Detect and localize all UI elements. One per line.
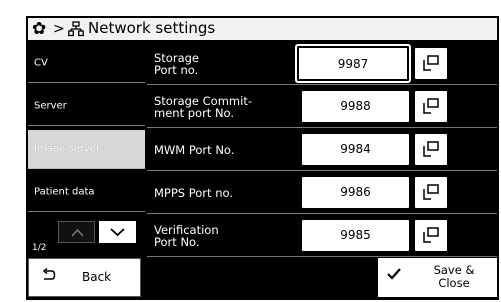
storage-commitment-port-field[interactable]: 9988	[302, 91, 409, 122]
mwm-port-field[interactable]: 9984	[302, 134, 409, 165]
copy-button[interactable]	[415, 220, 447, 251]
setting-label: MPPS Port no.	[154, 186, 233, 200]
copy-icon	[423, 227, 439, 243]
sidebar-item-label: Server	[34, 100, 67, 112]
sidebar-item-patient-data[interactable]: Patient data	[28, 173, 145, 212]
sidebar-item-server[interactable]: Server	[28, 87, 145, 126]
setting-row-storage-commitment-port: Storage Commit- ment port No. 9988	[147, 87, 497, 128]
setting-row-mpps-port: MPPS Port no. 9986	[147, 173, 497, 214]
checkmark-icon	[386, 266, 402, 287]
setting-row-storage-port: Storage Port no. 9987	[147, 44, 497, 85]
page-up-button[interactable]	[58, 221, 95, 243]
back-arrow-icon	[42, 267, 56, 286]
title-bar: ✿ > Network settings	[28, 18, 497, 40]
sidebar-item-label: Image server	[34, 143, 101, 155]
setting-row-mwm-port: MWM Port No. 9984	[147, 130, 497, 171]
network-icon	[68, 18, 84, 39]
breadcrumb-separator: >	[53, 21, 65, 37]
page-indicator: 1/2	[32, 243, 47, 253]
gear-icon: ✿	[32, 19, 47, 39]
copy-button[interactable]	[415, 48, 447, 79]
storage-port-field[interactable]: 9987	[295, 44, 411, 83]
back-label: Back	[82, 270, 112, 284]
chevron-down-icon	[110, 228, 125, 237]
setting-label: Verification Port No.	[154, 223, 219, 249]
save-label: Save & Close	[433, 263, 475, 290]
copy-button[interactable]	[415, 134, 447, 165]
chevron-up-icon	[71, 228, 84, 237]
copy-icon	[423, 55, 439, 71]
setting-label: MWM Port No.	[154, 143, 235, 157]
setting-row-verification-port: Verification Port No. 9985	[147, 216, 497, 257]
sidebar-item-label: Patient data	[34, 186, 95, 198]
mpps-port-field[interactable]: 9986	[302, 177, 409, 208]
copy-icon	[423, 141, 439, 157]
page-down-button[interactable]	[99, 221, 136, 243]
sidebar-pager: 1/2	[28, 216, 145, 257]
page-title: Network settings	[88, 19, 216, 37]
sidebar-item-cv[interactable]: CV	[28, 44, 145, 83]
setting-label: Storage Commit- ment port No.	[154, 94, 252, 120]
sidebar-item-image-server[interactable]: Image server	[28, 130, 145, 169]
back-button[interactable]: Back	[28, 258, 141, 297]
copy-icon	[423, 98, 439, 114]
setting-label: Storage Port no.	[154, 51, 199, 77]
copy-icon	[423, 184, 439, 200]
copy-button[interactable]	[415, 177, 447, 208]
save-and-close-button[interactable]: Save & Close	[378, 258, 497, 297]
copy-button[interactable]	[415, 91, 447, 122]
sidebar-item-label: CV	[34, 57, 48, 69]
verification-port-field[interactable]: 9985	[302, 220, 409, 251]
